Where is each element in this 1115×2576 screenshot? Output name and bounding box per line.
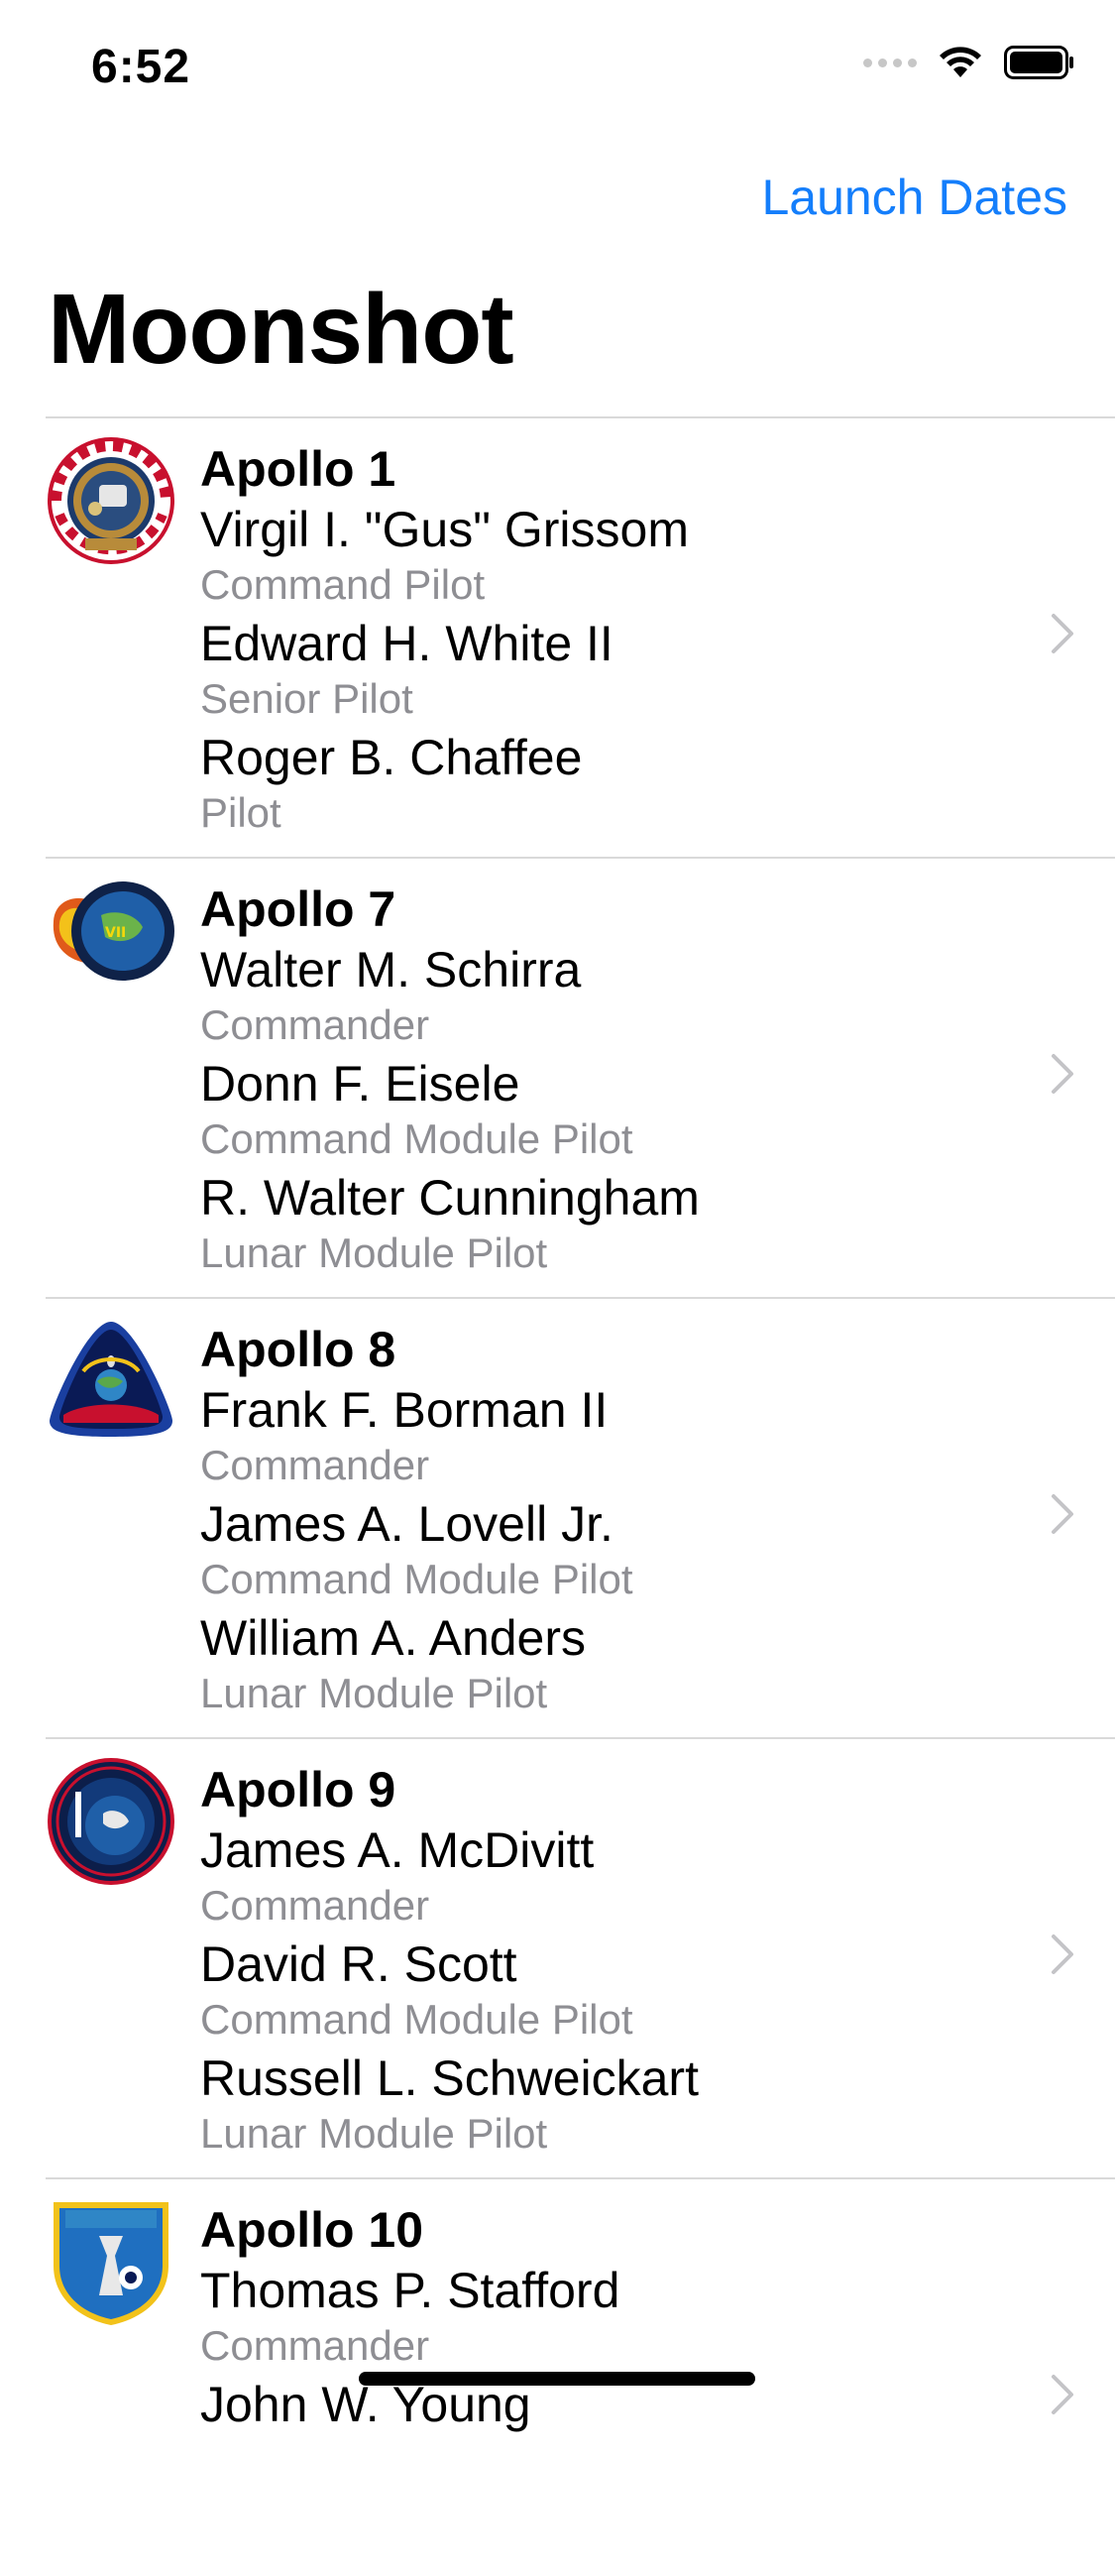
mission-details: Apollo 9 James A. McDivitt Commander Dav…	[200, 1759, 699, 2163]
mission-list: Apollo 1 Virgil I. "Gus" Grissom Command…	[0, 416, 1115, 2576]
apollo-9-badge-icon	[48, 1758, 174, 1885]
crew-name: Edward H. White II	[200, 616, 613, 671]
crew-role: Commander	[200, 1442, 430, 1488]
svg-text:VII: VII	[105, 925, 126, 941]
launch-dates-button[interactable]: Launch Dates	[761, 169, 1067, 226]
page-title: Moonshot	[48, 274, 514, 385]
crew-name: David R. Scott	[200, 1936, 517, 1992]
chevron-right-icon	[1052, 1934, 1073, 1974]
crew-name: James A. McDivitt	[200, 1822, 595, 1878]
mission-details: Apollo 8 Frank F. Borman II Commander Ja…	[200, 1319, 633, 1722]
mission-row-apollo-8[interactable]: Apollo 8 Frank F. Borman II Commander Ja…	[46, 1297, 1115, 1737]
apollo-8-badge-icon	[50, 1322, 172, 1437]
chevron-right-icon	[1052, 2375, 1073, 2414]
mission-row-apollo-1[interactable]: Apollo 1 Virgil I. "Gus" Grissom Command…	[46, 416, 1115, 857]
crew-role: Pilot	[200, 789, 281, 836]
apollo-7-badge-icon: VII	[53, 881, 174, 981]
crew-role: Commander	[200, 1882, 430, 1929]
cellular-signal-icon	[863, 58, 917, 67]
crew-role: Commander	[200, 1001, 430, 1048]
crew-name: R. Walter Cunningham	[200, 1170, 700, 1226]
crew-role: Command Module Pilot	[200, 1115, 633, 1162]
crew-role: Senior Pilot	[200, 675, 413, 722]
crew-name: Virgil I. "Gus" Grissom	[200, 502, 689, 557]
crew-role: Commander	[200, 2322, 430, 2369]
crew-name: Walter M. Schirra	[200, 942, 582, 997]
mission-details: Apollo 7 Walter M. Schirra Commander Don…	[200, 878, 700, 1282]
chevron-right-icon	[1052, 1054, 1073, 1094]
crew-name: Russell L. Schweickart	[200, 2050, 699, 2106]
crew-name: Thomas P. Stafford	[200, 2263, 620, 2318]
status-time: 6:52	[91, 41, 191, 93]
crew-name: William A. Anders	[200, 1610, 587, 1666]
mission-row-apollo-9[interactable]: Apollo 9 James A. McDivitt Commander Dav…	[46, 1737, 1115, 2177]
mission-name: Apollo 9	[200, 1762, 396, 1817]
wifi-icon	[940, 47, 981, 77]
crew-role: Command Module Pilot	[200, 1996, 633, 2043]
mission-row-apollo-7[interactable]: VII Apollo 7 Walter M. Schirra Commander…	[46, 857, 1115, 1297]
crew-name: Roger B. Chaffee	[200, 730, 583, 785]
mission-details: Apollo 1 Virgil I. "Gus" Grissom Command…	[200, 438, 689, 842]
crew-role: Command Module Pilot	[200, 1556, 633, 1602]
battery-icon	[1004, 46, 1073, 79]
mission-details: Apollo 10 Thomas P. Stafford Commander J…	[200, 2199, 619, 2434]
crew-name: Frank F. Borman II	[200, 1382, 609, 1438]
crew-role: Command Pilot	[200, 561, 486, 608]
crew-role: Lunar Module Pilot	[200, 1670, 548, 1716]
home-indicator[interactable]	[359, 2372, 755, 2386]
apollo-1-badge-icon	[48, 437, 174, 564]
mission-name: Apollo 7	[200, 881, 396, 937]
crew-name: James A. Lovell Jr.	[200, 1496, 613, 1552]
crew-role: Lunar Module Pilot	[200, 2110, 548, 2157]
mission-name: Apollo 8	[200, 1322, 396, 1377]
chevron-right-icon	[1052, 614, 1073, 653]
crew-name: Donn F. Eisele	[200, 1056, 520, 1112]
mission-name: Apollo 10	[200, 2202, 424, 2258]
status-bar: 6:52	[0, 0, 1115, 139]
status-icons	[863, 46, 1075, 79]
crew-role: Lunar Module Pilot	[200, 1229, 548, 1276]
mission-name: Apollo 1	[200, 441, 396, 497]
apollo-10-badge-icon	[54, 2202, 168, 2325]
chevron-right-icon	[1052, 1494, 1073, 1534]
